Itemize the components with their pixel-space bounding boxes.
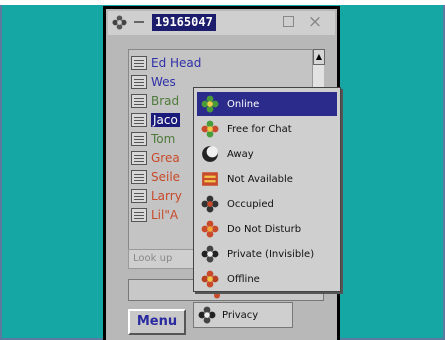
status-popup-menu: Online Free for Chat Away Not Available …	[193, 87, 341, 292]
message-icon	[131, 56, 147, 70]
contact-name: Ed Head	[151, 56, 202, 70]
contact-item[interactable]: Brad	[131, 92, 179, 110]
status-label: Online	[227, 98, 260, 110]
icq-flower-icon[interactable]	[112, 15, 127, 30]
message-icon	[131, 151, 147, 165]
na-icon	[202, 172, 218, 186]
contact-name: Larry	[151, 189, 182, 203]
scroll-up-arrow-icon[interactable]: ▲	[313, 49, 325, 65]
title-bar[interactable]: 19165047 ×	[108, 11, 335, 35]
uin-number: 19165047	[152, 14, 216, 31]
status-away-item[interactable]: Away	[197, 142, 337, 166]
privacy-menu-item[interactable]: Privacy	[193, 302, 293, 328]
status-occupied-item[interactable]: Occupied	[197, 192, 337, 216]
status-offline-item[interactable]: Offline	[197, 267, 337, 291]
status-label: Occupied	[227, 198, 274, 210]
status-online-item[interactable]: Online	[197, 92, 337, 116]
message-icon	[131, 132, 147, 146]
contact-item[interactable]: Wes	[131, 73, 176, 91]
status-label: Offline	[227, 273, 260, 285]
flower-occupied-icon	[201, 195, 219, 213]
contact-item[interactable]: Seile	[131, 168, 180, 186]
contact-item[interactable]: Tom	[131, 130, 175, 148]
lookup-input[interactable]: Look up	[128, 249, 203, 269]
message-icon	[131, 208, 147, 222]
status-label: Free for Chat	[227, 123, 292, 135]
message-icon	[131, 170, 147, 184]
status-invisible-item[interactable]: Private (Invisible)	[197, 242, 337, 266]
flower-chat-icon	[201, 120, 219, 138]
contact-name: Grea	[151, 151, 180, 165]
status-dnd-item[interactable]: Do Not Disturb	[197, 217, 337, 241]
flower-dnd-icon	[201, 220, 219, 238]
message-icon	[131, 189, 147, 203]
contact-item[interactable]: Larry	[131, 187, 182, 205]
privacy-icon	[198, 306, 216, 324]
moon-away-icon	[202, 146, 218, 162]
message-icon	[131, 75, 147, 89]
top-border	[0, 0, 445, 5]
contact-name: Tom	[151, 132, 176, 146]
status-label: Not Available	[227, 173, 293, 185]
status-na-item[interactable]: Not Available	[197, 167, 337, 191]
contact-name: Wes	[151, 75, 176, 89]
invisible-icon	[201, 245, 219, 263]
contact-name: Lil"A	[151, 208, 179, 222]
contact-item[interactable]: Lil"A	[131, 206, 178, 224]
status-free-chat-item[interactable]: Free for Chat	[197, 117, 337, 141]
menu-button[interactable]: Menu	[128, 309, 186, 335]
close-button[interactable]: ×	[307, 12, 323, 32]
minimize-button[interactable]	[134, 21, 144, 23]
flower-offline-icon	[201, 270, 219, 288]
contact-name: Seile	[151, 170, 181, 184]
privacy-label: Privacy	[222, 309, 259, 321]
message-icon	[131, 94, 147, 108]
contact-name: Jaco	[151, 113, 180, 127]
flower-green-icon	[201, 95, 219, 113]
restore-button[interactable]	[283, 16, 294, 27]
status-label: Private (Invisible)	[227, 248, 315, 260]
status-label: Do Not Disturb	[227, 223, 302, 235]
contact-item-selected[interactable]: Jaco	[131, 111, 180, 129]
message-icon	[131, 113, 147, 127]
contact-item[interactable]: Grea	[131, 149, 180, 167]
status-label: Away	[227, 148, 254, 160]
contact-item[interactable]: Ed Head	[131, 54, 201, 72]
contact-name: Brad	[151, 94, 180, 108]
